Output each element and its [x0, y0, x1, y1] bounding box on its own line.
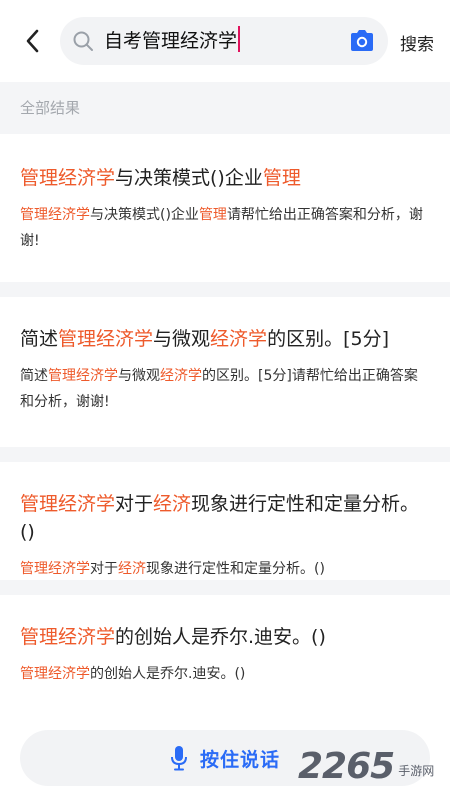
section-title: 全部结果: [20, 99, 81, 117]
highlighted-keyword: 经济学: [210, 328, 268, 350]
result-text-segment: 的创始人是乔尔.迪安。(): [115, 626, 326, 648]
search-box[interactable]: 自考管理经济学: [60, 17, 388, 65]
text-cursor: [238, 26, 241, 52]
result-card[interactable]: 管理经济学与决策模式()企业管理 管理经济学与决策模式()企业管理请帮忙给出正确…: [0, 134, 450, 282]
highlighted-keyword: 经济学: [160, 368, 202, 384]
site-watermark-logo: 2265 手游网: [298, 746, 434, 787]
search-icon: [73, 31, 93, 51]
search-submit-button[interactable]: 搜索: [400, 30, 434, 55]
highlighted-keyword: 管理经济学: [20, 561, 90, 577]
highlighted-keyword: 管理经济学: [20, 493, 116, 515]
result-text-segment: 简述: [20, 368, 48, 384]
camera-icon[interactable]: [348, 28, 376, 54]
result-title: 管理经济学与决策模式()企业管理: [20, 164, 430, 192]
result-text-segment: 现象进行定性和定量分析。(): [146, 561, 325, 577]
result-text-segment: 简述: [20, 328, 59, 350]
result-description: 管理经济学对于经济现象进行定性和定量分析。(): [20, 556, 430, 582]
result-card[interactable]: 简述管理经济学与微观经济学的区别。[5分] 简述管理经济学与微观经济学的区别。[…: [0, 297, 450, 447]
result-description: 管理经济学的创始人是乔尔.迪安。(): [20, 661, 430, 687]
result-text-segment: 对于: [115, 493, 154, 515]
result-description: 简述管理经济学与微观经济学的区别。[5分]请帮忙给出正确答案和分析，谢谢!: [20, 363, 430, 415]
watermark-site-name: 手游网: [398, 764, 435, 778]
search-input[interactable]: 自考管理经济学: [104, 25, 241, 57]
highlighted-keyword: 管理: [262, 167, 301, 189]
result-text-segment: 与决策模式()企业: [90, 207, 199, 223]
highlighted-keyword: 管理经济学: [20, 666, 90, 682]
back-arrow-icon: [26, 29, 39, 53]
highlighted-keyword: 管理经济学: [20, 167, 116, 189]
result-text-segment: 与微观: [118, 368, 160, 384]
result-card[interactable]: 管理经济学对于经济现象进行定性和定量分析。() 管理经济学对于经济现象进行定性和…: [0, 462, 450, 580]
highlighted-keyword: 管理经济学: [20, 207, 90, 223]
mic-icon: [170, 746, 187, 771]
highlighted-keyword: 管理经济学: [48, 368, 118, 384]
result-title: 简述管理经济学与微观经济学的区别。[5分]: [20, 325, 430, 353]
back-button[interactable]: [18, 26, 46, 56]
watermark-number: 2265: [298, 746, 395, 787]
highlighted-keyword: 经济: [153, 493, 192, 515]
top-bar: 自考管理经济学 搜索: [0, 0, 450, 82]
voice-button-label: 按住说话: [199, 748, 280, 771]
result-text-segment: 的创始人是乔尔.迪安。(): [90, 666, 246, 682]
highlighted-keyword: 管理经济学: [58, 328, 154, 350]
result-text-segment: 与决策模式()企业: [115, 167, 263, 189]
result-text-segment: 的区别。[5分]: [267, 328, 389, 350]
highlighted-keyword: 管理: [198, 207, 227, 223]
result-title: 管理经济学的创始人是乔尔.迪安。(): [20, 623, 430, 651]
result-text-segment: 对于: [90, 561, 118, 577]
search-query-text: 自考管理经济学: [104, 30, 238, 52]
result-description: 管理经济学与决策模式()企业管理请帮忙给出正确答案和分析，谢谢!: [20, 202, 430, 254]
result-text-segment: 与微观: [153, 328, 211, 350]
highlighted-keyword: 管理经济学: [20, 626, 116, 648]
result-title: 管理经济学对于经济现象进行定性和定量分析。(): [20, 490, 430, 546]
result-card[interactable]: 管理经济学的创始人是乔尔.迪安。() 管理经济学的创始人是乔尔.迪安。(): [0, 595, 450, 713]
highlighted-keyword: 经济: [118, 561, 146, 577]
